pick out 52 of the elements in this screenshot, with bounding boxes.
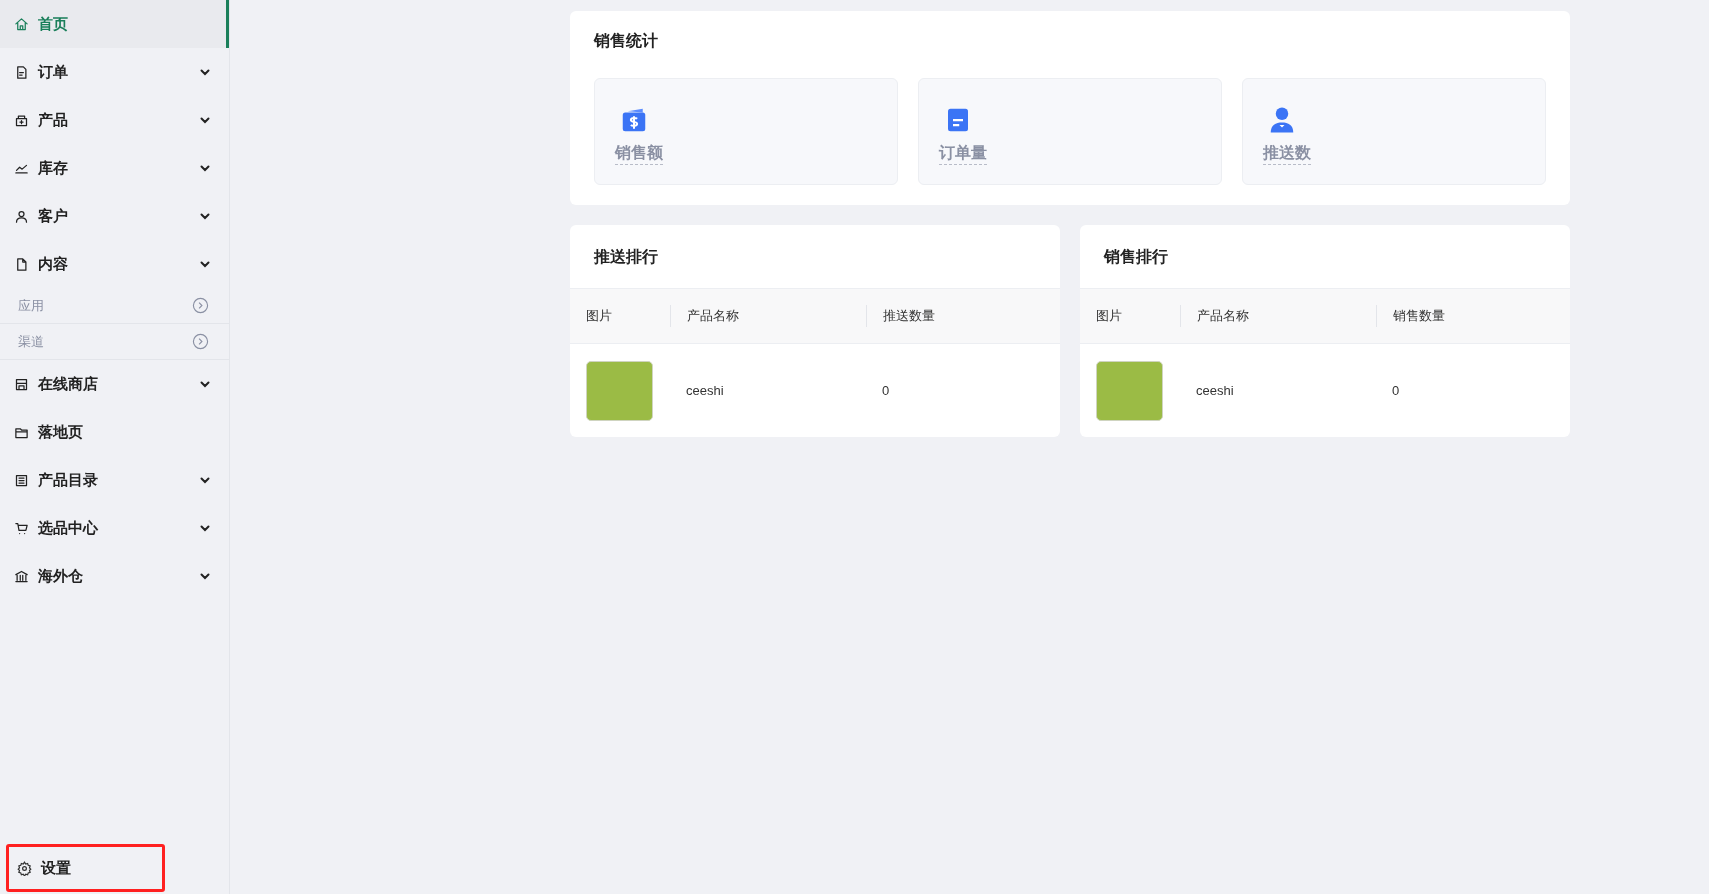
sidebar-icon (14, 112, 29, 128)
sidebar-item[interactable]: 内容 (0, 240, 229, 288)
sidebar-icon (14, 520, 29, 536)
sidebar-icon (14, 64, 29, 80)
sidebar-label: 产品目录 (38, 469, 99, 490)
sidebar-label: 产品 (38, 109, 69, 130)
sidebar-item[interactable]: 首页 (0, 0, 229, 48)
table-cell-text: ceeshi (685, 381, 725, 400)
sidebar-label: 落地页 (38, 421, 84, 442)
sidebar-icon (14, 16, 29, 32)
sidebar-item[interactable]: 海外仓 (0, 552, 229, 600)
photo-placeholder (586, 360, 653, 421)
table-cell-text: 0 (881, 381, 891, 400)
sidebar-label: 渠道 (18, 332, 45, 351)
photo-placeholder (1096, 360, 1163, 421)
column-header: 图片 (585, 307, 613, 326)
column-header: 产品名称 (1180, 305, 1376, 327)
sidebar-item[interactable]: 库存 (0, 144, 229, 192)
sidebar-label: 库存 (38, 157, 69, 178)
stat-label: 订单量 (939, 142, 987, 165)
table-cell-text: 0 (1391, 381, 1401, 400)
stat-label: 销售额 (615, 142, 663, 165)
column-header: 图片 (1095, 307, 1123, 326)
sidebar-label: 选品中心 (38, 517, 99, 538)
sidebar-label: 客户 (38, 205, 69, 226)
sidebar-icon (14, 208, 29, 224)
sidebar-item[interactable]: 订单 (0, 48, 229, 96)
sidebar-label: 海外仓 (38, 565, 84, 586)
sidebar-label: 首页 (38, 13, 69, 34)
sidebar-item[interactable]: 在线商店 (0, 360, 229, 408)
column-header: 销售数量 (1376, 305, 1570, 327)
card-title: 销售统计 (594, 31, 659, 51)
sidebar-item[interactable]: 产品 (0, 96, 229, 144)
column-header: 推送数量 (866, 305, 1060, 327)
stat-label: 推送数 (1263, 142, 1311, 165)
sidebar-label: 订单 (38, 61, 69, 82)
sidebar-label: 设置 (41, 857, 71, 878)
sidebar-item[interactable]: 落地页 (0, 408, 229, 456)
sidebar-label: 应用 (18, 296, 45, 315)
sidebar-item[interactable]: 选品中心 (0, 504, 229, 552)
sidebar-label: 内容 (38, 253, 69, 274)
sidebar-item[interactable]: 产品目录 (0, 456, 229, 504)
column-header: 产品名称 (670, 305, 866, 327)
table-cell-text: ceeshi (1195, 381, 1235, 400)
settings-icon (17, 860, 32, 876)
sidebar-icon (14, 376, 29, 392)
sidebar-icon (14, 472, 29, 488)
sidebar-icon (14, 568, 29, 584)
settings-item[interactable]: 设置 (6, 844, 165, 892)
sidebar-item[interactable]: 客户 (0, 192, 229, 240)
sidebar-label: 在线商店 (38, 373, 99, 394)
sidebar-icon (14, 256, 29, 272)
